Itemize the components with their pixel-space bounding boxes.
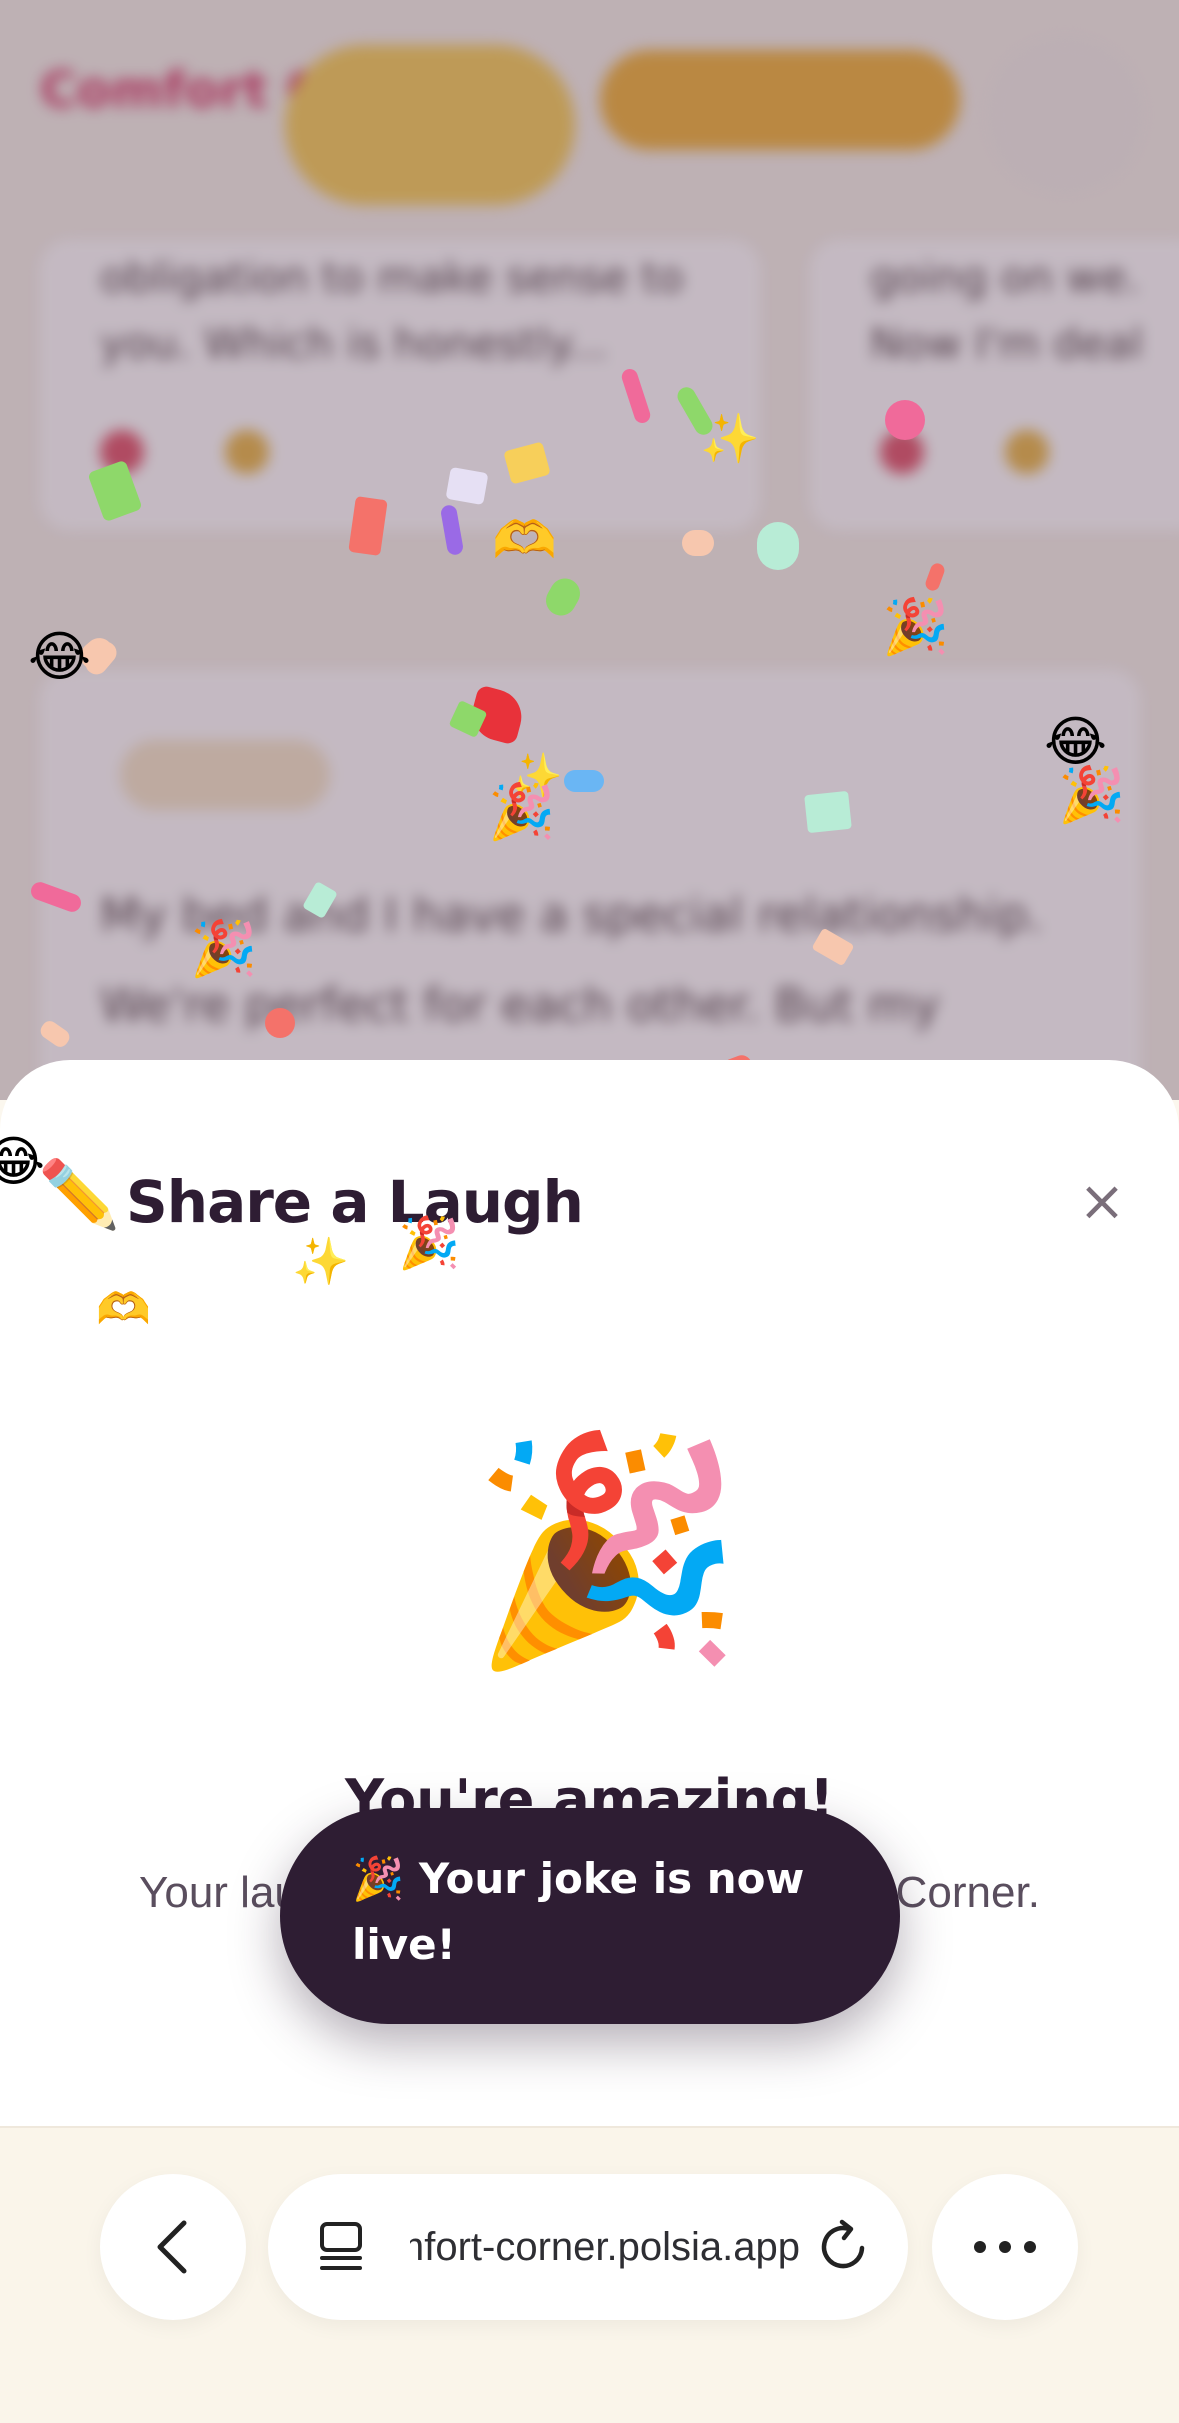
toast-text: 🎉 Your joke is now live! [352, 1854, 805, 1969]
heart-hands-icon: 🫶 [96, 1284, 151, 1335]
laughing-face-icon: 😂 [0, 1130, 46, 1193]
sheet-title: Share a Laugh [126, 1168, 584, 1236]
close-button[interactable]: × [1070, 1170, 1134, 1234]
reload-icon[interactable] [816, 2218, 872, 2276]
toast-notification: 🎉 Your joke is now live! [280, 1808, 900, 2024]
laughing-face-icon: 😂 [28, 625, 92, 688]
more-button[interactable] [932, 2174, 1078, 2320]
sparkles-icon: ✨ [292, 1234, 350, 1288]
modal-backdrop[interactable] [0, 0, 1179, 1100]
confetti-piece [564, 770, 604, 792]
confetti-piece [757, 522, 799, 570]
sparkles-icon: ✨ [700, 411, 760, 467]
party-popper-icon: 🎉 [488, 780, 556, 843]
pencil-icon: ✏️ [38, 1156, 121, 1233]
url-text[interactable]: comfort-corner.polsia.app [410, 2214, 800, 2280]
laughing-face-icon: 😂 [1044, 710, 1108, 773]
party-popper-icon: 🎉 [398, 1214, 461, 1272]
background-page: Comfort Corner obligation to make sense … [0, 0, 1179, 1100]
party-popper-icon: 🎉 [470, 1422, 744, 1678]
more-icon [974, 2241, 1036, 2253]
url-value: comfort-corner.polsia.app [410, 2225, 800, 2269]
party-popper-icon: 🎉 [1058, 763, 1126, 826]
confetti-piece [885, 400, 925, 440]
confetti-piece [682, 530, 714, 556]
chevron-left-icon [157, 2220, 187, 2274]
confetti-piece [445, 466, 489, 506]
confetti-piece [804, 790, 852, 834]
back-button[interactable] [100, 2174, 246, 2320]
party-popper-icon: 🎉 [882, 595, 950, 658]
party-popper-icon: 🎉 [190, 917, 258, 980]
tabs-icon[interactable] [316, 2220, 366, 2274]
confetti-piece [265, 1008, 295, 1038]
heart-hands-icon: 🫶 [492, 511, 557, 571]
